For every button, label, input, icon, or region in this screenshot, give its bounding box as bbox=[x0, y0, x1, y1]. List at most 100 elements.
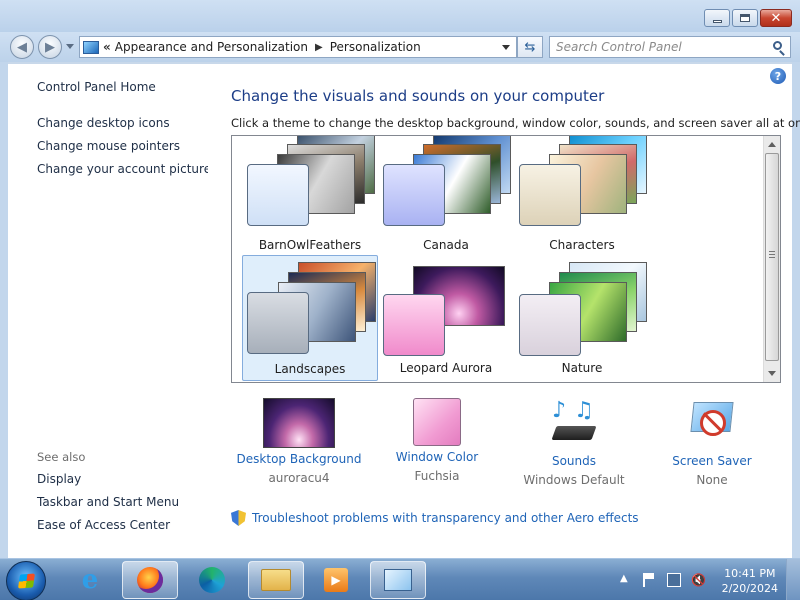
theme-label: Nature bbox=[561, 361, 603, 375]
sounds-icon: ♪ ♫ bbox=[546, 398, 602, 450]
theme-leopard-aurora[interactable]: Leopard Aurora bbox=[378, 256, 514, 382]
taskbar-file-explorer[interactable] bbox=[248, 561, 304, 599]
sounds-link[interactable]: Sounds bbox=[499, 454, 649, 468]
network-icon[interactable] bbox=[667, 573, 681, 587]
sidebar-link-ease-of-access[interactable]: Ease of Access Center bbox=[37, 518, 170, 532]
scroll-up-icon[interactable] bbox=[768, 142, 776, 147]
volume-muted-icon[interactable]: 🔇 bbox=[691, 573, 706, 587]
scroll-down-icon[interactable] bbox=[768, 371, 776, 376]
sounds-setting[interactable]: ♪ ♫ Sounds Windows Default bbox=[499, 398, 649, 487]
action-center-flag-icon[interactable] bbox=[643, 573, 657, 587]
back-arrow-icon: ◀ bbox=[17, 39, 27, 55]
sidebar: Control Panel Home Change desktop icons … bbox=[8, 64, 211, 558]
keyboard-icon bbox=[551, 426, 597, 440]
taskbar-internet-explorer[interactable]: e bbox=[62, 561, 118, 599]
title-bar: ✕ bbox=[0, 0, 800, 34]
maximize-button[interactable] bbox=[732, 9, 758, 27]
show-desktop-button[interactable] bbox=[786, 559, 800, 600]
theme-label: Leopard Aurora bbox=[399, 361, 493, 375]
breadcrumb-item[interactable]: Personalization bbox=[330, 40, 421, 54]
window-color-link[interactable]: Window Color bbox=[362, 450, 512, 464]
address-dropdown-icon[interactable] bbox=[502, 45, 510, 50]
forward-button[interactable]: ▶ bbox=[38, 35, 62, 59]
sidebar-link-control-panel-home[interactable]: Control Panel Home bbox=[37, 80, 156, 94]
theme-label: BarnOwlFeathers bbox=[258, 238, 362, 252]
screen-saver-link[interactable]: Screen Saver bbox=[637, 454, 787, 468]
theme-color-swatch bbox=[247, 164, 309, 226]
breadcrumb-overflow-chevron[interactable]: « bbox=[103, 40, 111, 54]
aurora-wallpaper-icon bbox=[263, 398, 335, 448]
see-also-label: See also bbox=[37, 450, 86, 464]
screen-saver-setting[interactable]: Screen Saver None bbox=[637, 398, 787, 487]
page-subtitle: Click a theme to change the desktop back… bbox=[231, 116, 800, 130]
control-panel-icon bbox=[83, 40, 99, 54]
show-hidden-icons-button[interactable]: ▲ bbox=[620, 573, 634, 587]
windows-logo-icon bbox=[18, 573, 35, 589]
troubleshoot-link[interactable]: Troubleshoot problems with transparency … bbox=[252, 511, 639, 525]
sidebar-link-display[interactable]: Display bbox=[37, 472, 81, 486]
refresh-button[interactable]: ⇆ bbox=[517, 36, 543, 58]
theme-barnowlfeathers[interactable]: BarnOwlFeathers bbox=[242, 136, 378, 260]
sounds-value: Windows Default bbox=[523, 473, 625, 487]
system-clock[interactable]: 10:41 PM 2/20/2024 bbox=[722, 566, 778, 596]
search-icon[interactable] bbox=[773, 41, 782, 50]
desktop-background-setting[interactable]: Desktop Background auroracu4 bbox=[224, 398, 374, 485]
desktop-background-link[interactable]: Desktop Background bbox=[224, 452, 374, 466]
page-title: Change the visuals and sounds on your co… bbox=[231, 87, 605, 105]
theme-landscapes[interactable]: Landscapes bbox=[242, 255, 378, 381]
edge-icon bbox=[199, 567, 225, 593]
theme-color-swatch bbox=[519, 294, 581, 356]
search-input[interactable] bbox=[550, 37, 760, 57]
music-note-icon: ♪ bbox=[552, 398, 567, 423]
window-color-value: Fuchsia bbox=[414, 469, 460, 483]
recent-pages-dropdown[interactable] bbox=[66, 44, 74, 49]
theme-canada[interactable]: Canada bbox=[378, 136, 514, 260]
refresh-icon: ⇆ bbox=[524, 39, 536, 55]
breadcrumb-separator-icon[interactable]: ▶ bbox=[315, 42, 323, 53]
window-color-setting[interactable]: Window Color Fuchsia bbox=[362, 398, 512, 483]
screen-saver-value: None bbox=[696, 473, 728, 487]
screen-saver-icon bbox=[686, 398, 738, 450]
window-color-icon bbox=[413, 398, 461, 446]
navigation-bar: ◀ ▶ « Appearance and Personalization ▶ P… bbox=[0, 32, 800, 62]
back-button[interactable]: ◀ bbox=[10, 35, 34, 59]
theme-color-swatch bbox=[519, 164, 581, 226]
address-bar[interactable]: « Appearance and Personalization ▶ Perso… bbox=[79, 36, 517, 58]
theme-characters[interactable]: Characters bbox=[514, 136, 650, 260]
help-icon[interactable]: ? bbox=[770, 68, 786, 84]
taskbar-firefox[interactable] bbox=[122, 561, 178, 599]
forward-arrow-icon: ▶ bbox=[45, 39, 55, 55]
scroll-thumb[interactable] bbox=[765, 153, 779, 361]
search-box[interactable] bbox=[549, 36, 791, 58]
taskbar-edge[interactable] bbox=[184, 561, 240, 599]
sidebar-link-desktop-icons[interactable]: Change desktop icons bbox=[37, 116, 170, 130]
media-player-icon: ▶ bbox=[324, 568, 348, 592]
theme-list-scrollbar[interactable] bbox=[763, 136, 780, 382]
sidebar-link-account-picture[interactable]: Change your account picture bbox=[37, 162, 211, 176]
sidebar-link-taskbar[interactable]: Taskbar and Start Menu bbox=[37, 495, 179, 509]
main-content: ? Change the visuals and sounds on your … bbox=[208, 64, 800, 558]
theme-label: Characters bbox=[549, 238, 615, 252]
close-icon: ✕ bbox=[770, 10, 782, 26]
maximize-icon bbox=[740, 14, 750, 22]
internet-explorer-icon: e bbox=[81, 565, 99, 595]
window-frame-left bbox=[0, 62, 8, 558]
window-controls: ✕ bbox=[704, 9, 792, 27]
theme-color-swatch bbox=[383, 294, 445, 356]
close-button[interactable]: ✕ bbox=[760, 9, 792, 27]
theme-label: Landscapes bbox=[274, 362, 346, 376]
troubleshoot-row: Troubleshoot problems with transparency … bbox=[231, 510, 639, 526]
theme-nature[interactable]: Nature bbox=[514, 256, 650, 382]
minimize-icon bbox=[712, 19, 722, 23]
clock-time: 10:41 PM bbox=[724, 567, 776, 580]
scroll-grip-icon bbox=[769, 251, 775, 258]
window-frame-right bbox=[792, 62, 800, 558]
sidebar-link-mouse-pointers[interactable]: Change mouse pointers bbox=[37, 139, 180, 153]
minimize-button[interactable] bbox=[704, 9, 730, 27]
clock-date: 2/20/2024 bbox=[721, 582, 778, 595]
breadcrumb-item[interactable]: Appearance and Personalization bbox=[115, 40, 308, 54]
taskbar-media-player[interactable]: ▶ bbox=[308, 561, 364, 599]
taskbar-control-panel[interactable] bbox=[370, 561, 426, 599]
start-button[interactable] bbox=[6, 561, 46, 600]
theme-color-swatch bbox=[247, 292, 309, 354]
